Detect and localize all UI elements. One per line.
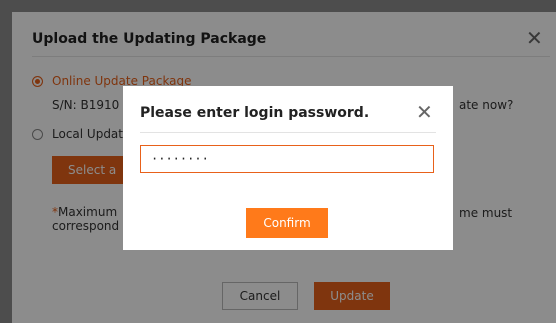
password-input[interactable] (140, 145, 434, 173)
close-icon[interactable]: ✕ (416, 102, 433, 122)
modal-title: Please enter login password. (140, 105, 370, 121)
password-modal: Please enter login password. ✕ Confirm (123, 86, 453, 250)
modal-divider (140, 132, 436, 133)
confirm-button[interactable]: Confirm (246, 208, 328, 238)
